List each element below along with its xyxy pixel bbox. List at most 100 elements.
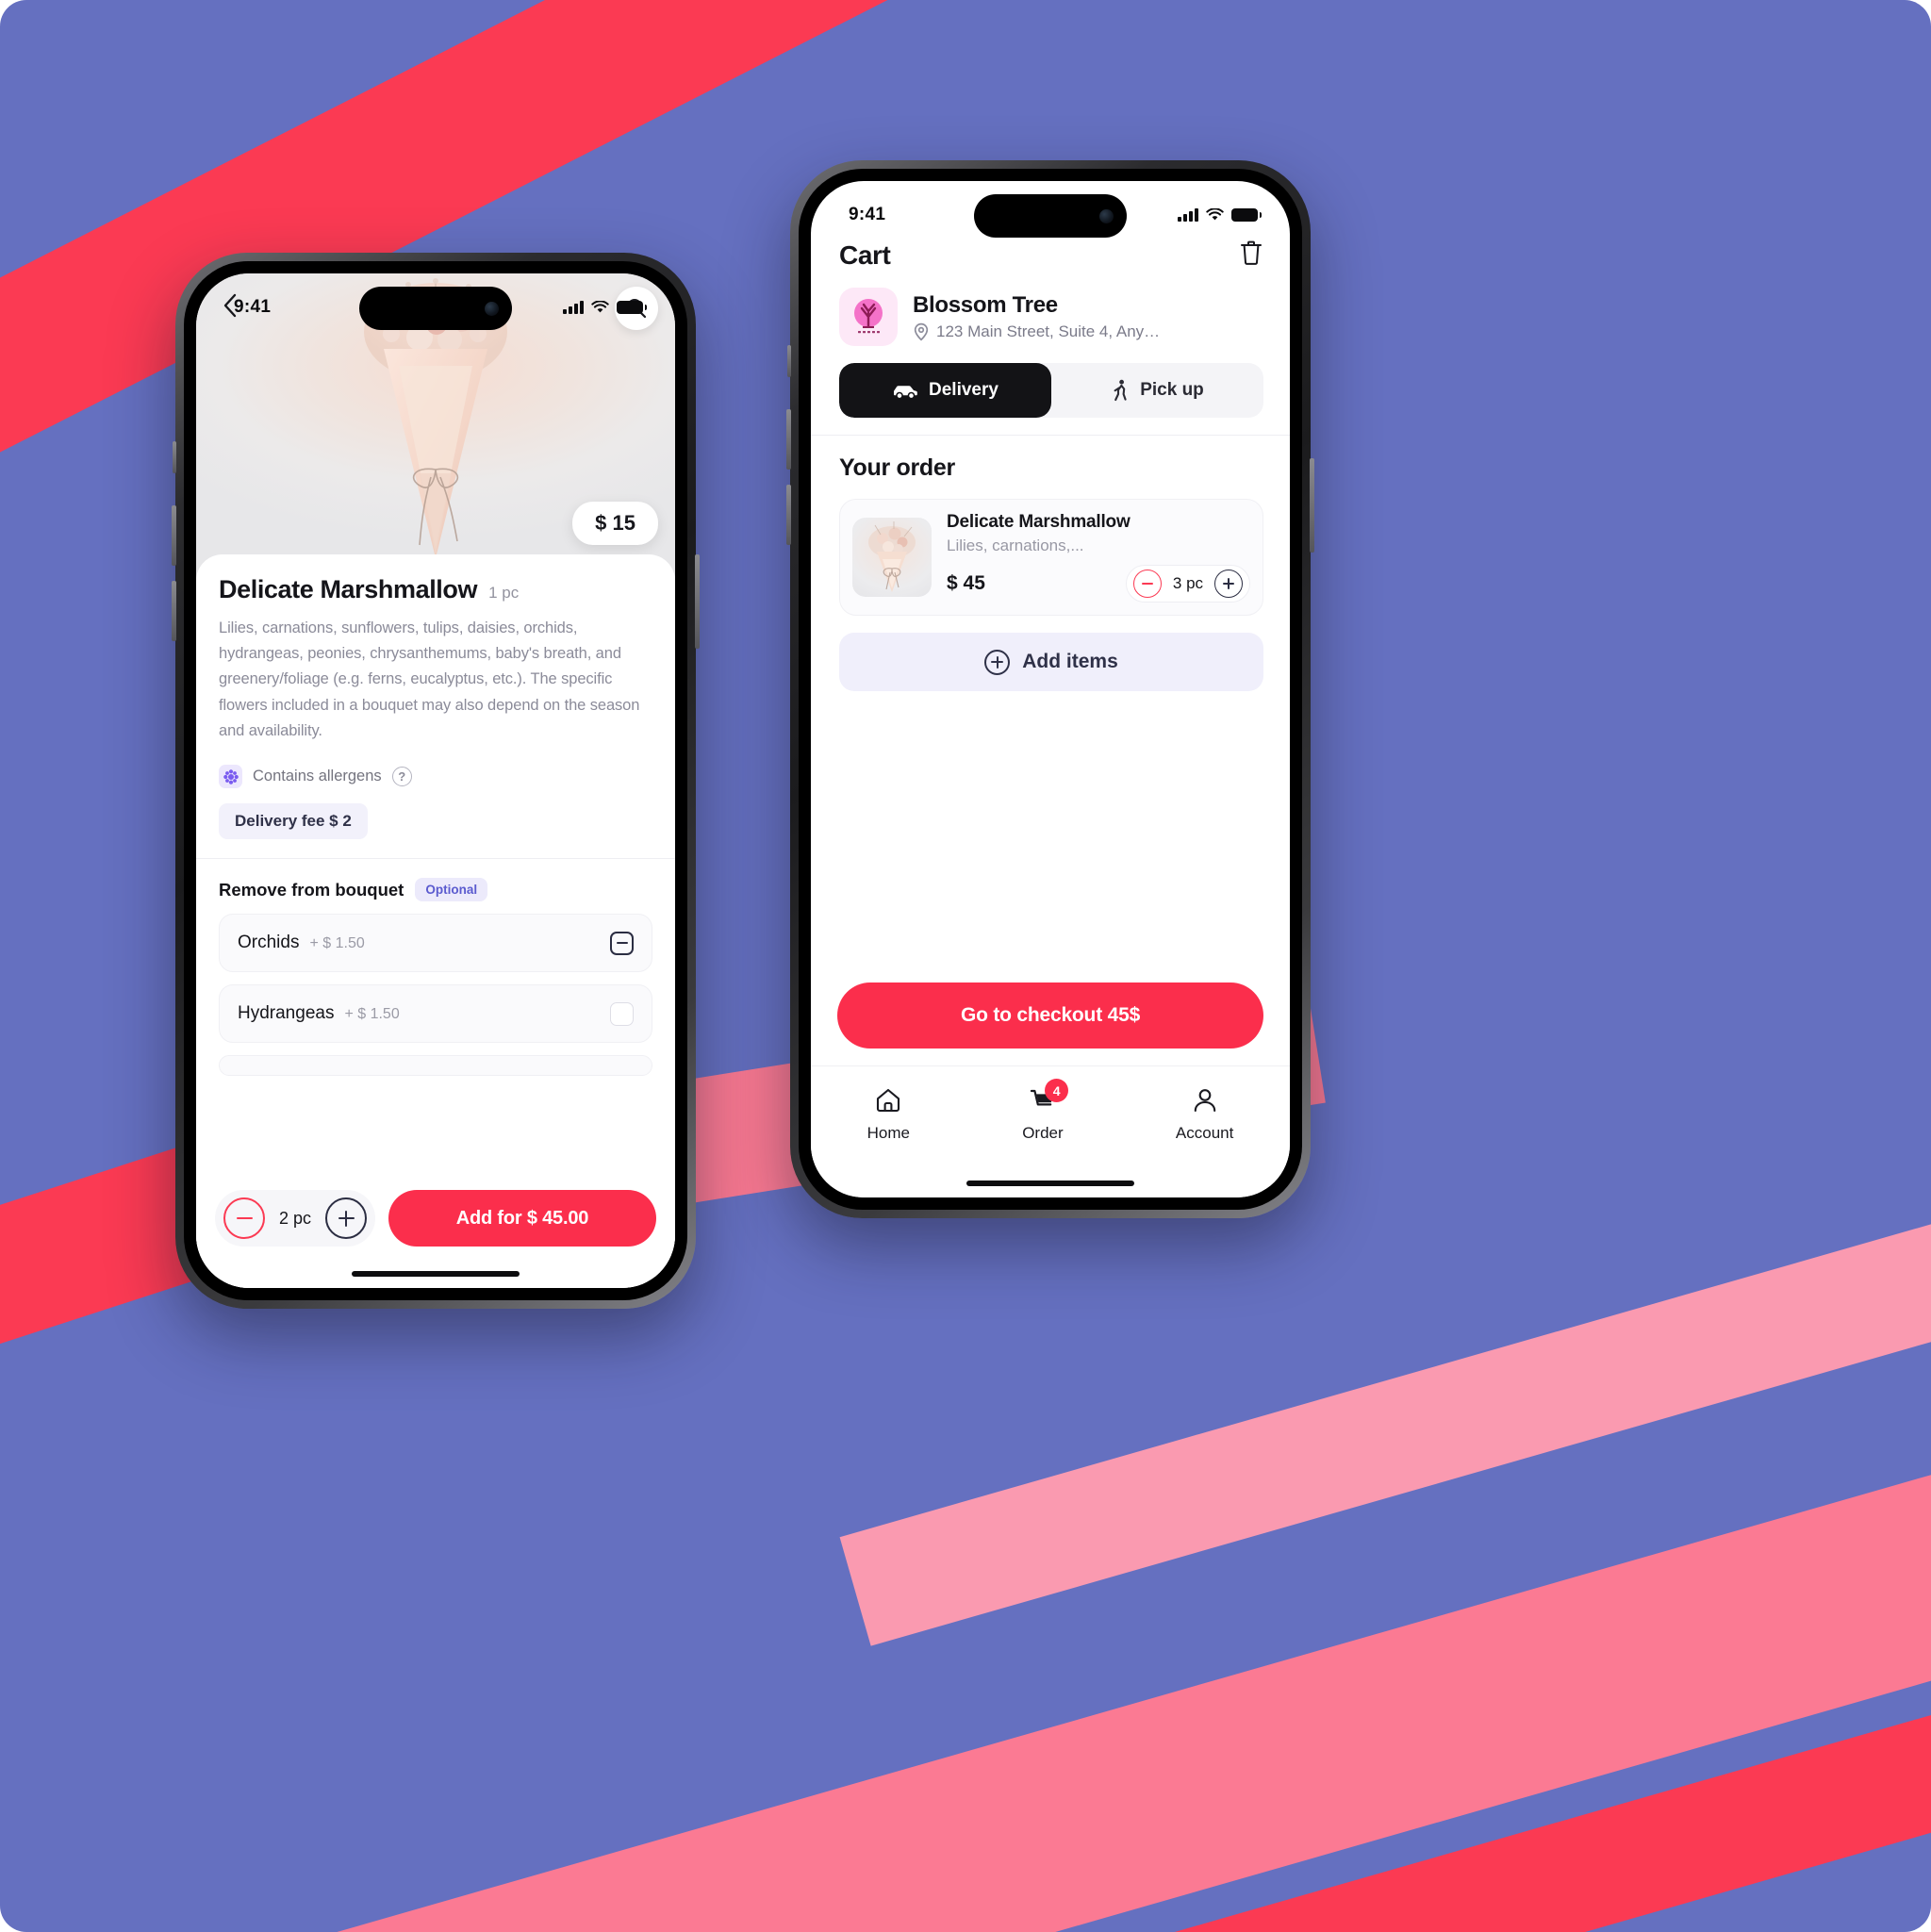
status-time: 9:41 [849, 205, 886, 224]
status-bar: 9:41 [811, 181, 1290, 238]
store-address-row: 123 Main Street, Suite 4, Any… [913, 322, 1263, 341]
person-icon [1194, 1089, 1215, 1113]
store-row[interactable]: Blossom Tree 123 Main Street, Suite 4, A… [811, 271, 1290, 346]
options-section-header: Remove from bouquet Optional [219, 878, 652, 902]
allergen-label: Contains allergens [253, 768, 382, 785]
checkbox-empty-icon[interactable] [610, 1001, 634, 1026]
go-to-checkout-button[interactable]: Go to checkout 45$ [837, 983, 1263, 1049]
option-row-orchids[interactable]: Orchids + $ 1.50 [219, 914, 652, 973]
tab-account[interactable]: Account [1176, 1085, 1233, 1143]
clear-cart-button[interactable] [1239, 239, 1263, 271]
store-name: Blossom Tree [913, 292, 1058, 318]
bottom-tab-bar: Home 4 Order Account [811, 1065, 1290, 1197]
home-indicator [966, 1181, 1134, 1186]
options-section-title: Remove from bouquet [219, 879, 404, 900]
cart-item-controls: $ 45 3 pc [947, 565, 1250, 603]
tab-order-label: Order [1022, 1124, 1064, 1142]
home-icon [877, 1088, 900, 1113]
bouquet-thumb [852, 518, 932, 597]
car-icon [894, 386, 917, 400]
product-title-row: Delicate Marshmallow 1 pc [219, 575, 652, 604]
option-name: Orchids [238, 933, 300, 953]
optional-badge: Optional [415, 878, 488, 902]
front-camera [485, 301, 499, 316]
tab-pickup-label: Pick up [1140, 380, 1204, 400]
page-title: Cart [839, 239, 891, 270]
question-mark-icon[interactable]: ? [391, 767, 412, 787]
walking-person-icon [1114, 379, 1127, 402]
signal-bars-icon [563, 301, 584, 314]
option-price: + $ 1.50 [344, 1006, 400, 1023]
poster-background: $ 15 Delicate Marshmallow 1 pc Lilies, c… [0, 0, 1931, 1932]
cart-item-row[interactable]: Delicate Marshmallow Lilies, carnations,… [839, 499, 1263, 616]
signal-bars-icon [1178, 208, 1198, 222]
power-button [1310, 458, 1314, 553]
blossom-tree-logo [839, 288, 898, 346]
cart-item-quantity-stepper: 3 pc [1126, 565, 1250, 603]
trash-icon [1241, 240, 1262, 265]
map-pin-icon [914, 322, 929, 341]
phone-mockup-product: $ 15 Delicate Marshmallow 1 pc Lilies, c… [172, 253, 700, 1309]
circle-minus-icon[interactable] [223, 1197, 265, 1239]
product-description: Lilies, carnations, sunflowers, tulips, … [219, 619, 640, 739]
allergen-row: Contains allergens ? [219, 765, 652, 789]
volume-up-button [172, 505, 176, 566]
tab-account-label: Account [1175, 1124, 1234, 1142]
add-items-button[interactable]: Add items [839, 633, 1263, 691]
dynamic-island [974, 194, 1127, 238]
delivery-mode-toggle: Delivery Pick up [839, 363, 1263, 418]
cart-item-description: Lilies, carnations,... [947, 537, 1084, 554]
delivery-fee-chip: Delivery fee $ 2 [219, 803, 368, 840]
circle-plus-icon [984, 649, 1011, 675]
add-to-cart-button[interactable]: Add for $ 45.00 [388, 1190, 656, 1247]
option-row-hydrangeas[interactable]: Hydrangeas + $ 1.50 [219, 984, 652, 1044]
hero-price-badge: $ 15 [572, 502, 658, 545]
cart-item-name: Delicate Marshmallow [947, 512, 1131, 532]
store-address: 123 Main Street, Suite 4, Any… [936, 322, 1161, 340]
power-button [695, 554, 700, 649]
volume-down-button [786, 485, 791, 545]
volume-down-button [172, 581, 176, 641]
dynamic-island [359, 287, 512, 330]
order-section-title: Your order [839, 454, 955, 481]
tab-home-label: Home [866, 1124, 910, 1142]
product-unit: 1 pc [488, 584, 520, 602]
wifi-icon [1206, 208, 1224, 221]
home-indicator [352, 1271, 520, 1277]
circle-minus-icon[interactable] [1133, 570, 1162, 598]
quantity-value: 2 pc [278, 1208, 312, 1228]
circle-plus-icon[interactable] [325, 1197, 367, 1239]
section-divider [196, 858, 675, 860]
page-title: Delicate Marshmallow [219, 575, 478, 603]
order-badge: 4 [1045, 1079, 1069, 1102]
option-name: Hydrangeas [238, 1003, 335, 1024]
phone-mockup-cart: 9:41 Cart Blossom Tree 123 Main Street, … [786, 160, 1314, 1218]
quantity-stepper: 2 pc [215, 1190, 375, 1247]
wifi-icon [591, 301, 609, 313]
option-row-partial[interactable] [219, 1055, 652, 1077]
front-camera [1099, 208, 1114, 223]
cart-screen: 9:41 Cart Blossom Tree 123 Main Street, … [811, 181, 1290, 1197]
battery-icon [617, 301, 647, 314]
tab-delivery[interactable]: Delivery [839, 363, 1051, 418]
status-indicators [1178, 208, 1262, 222]
option-price: + $ 1.50 [309, 935, 365, 952]
cart-header: Cart [811, 232, 1290, 271]
battery-icon [1231, 208, 1262, 222]
product-screen: $ 15 Delicate Marshmallow 1 pc Lilies, c… [196, 273, 675, 1288]
status-time: 9:41 [234, 297, 272, 317]
tab-order[interactable]: 4 Order [1022, 1079, 1069, 1143]
circle-plus-icon[interactable] [1214, 570, 1243, 598]
checkbox-minus-icon[interactable] [610, 931, 634, 955]
tab-pickup[interactable]: Pick up [1051, 363, 1263, 418]
status-bar: 9:41 [196, 273, 675, 330]
add-items-label: Add items [1022, 651, 1118, 672]
cart-item-price: $ 45 [947, 572, 985, 594]
status-indicators [563, 301, 647, 314]
mute-switch [787, 345, 791, 377]
mute-switch [173, 441, 176, 473]
volume-up-button [786, 409, 791, 470]
allergen-flower-icon [219, 765, 242, 789]
tab-home[interactable]: Home [867, 1085, 910, 1143]
cart-item-quantity: 3 pc [1172, 574, 1204, 592]
